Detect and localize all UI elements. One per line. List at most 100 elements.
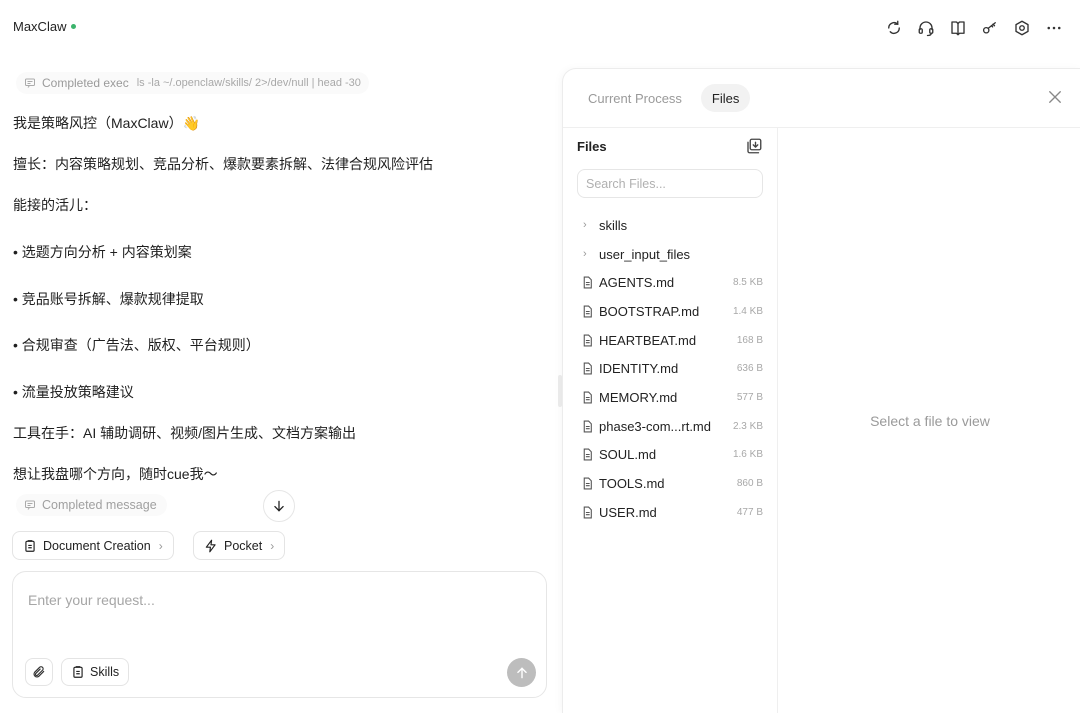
top-toolbar	[882, 16, 1066, 40]
message-line: 擅长：内容策略规划、竞品分析、爆款要素拆解、法律合规风险评估	[13, 156, 433, 172]
chevron-right-icon: ›	[270, 538, 275, 553]
request-input[interactable]	[28, 592, 518, 608]
file-item[interactable]: phase3-com...rt.md 2.3 KB	[577, 412, 763, 441]
chevron-right-icon: ›	[583, 248, 587, 261]
file-icon	[577, 362, 599, 375]
file-icon	[577, 506, 599, 519]
item-name: phase3-com...rt.md	[599, 418, 711, 434]
file-icon	[577, 477, 599, 490]
app-title: MaxClaw	[13, 19, 77, 34]
message-icon	[25, 500, 35, 510]
file-item[interactable]: SOUL.md 1.6 KB	[577, 441, 763, 470]
clipboard-icon	[73, 666, 83, 678]
folder-item[interactable]: › user_input_files	[577, 240, 763, 269]
folder-item[interactable]: › skills	[577, 211, 763, 240]
item-name: SOUL.md	[599, 447, 657, 463]
item-name: skills	[599, 217, 628, 233]
file-item[interactable]: USER.md 477 B	[577, 498, 763, 527]
panel-tabs: Current Process Files	[577, 84, 751, 112]
viewer-empty-text: Select a file to view	[870, 413, 990, 429]
message-line: 工具在手：AI 辅助调研、视频/图片生成、文档方案输出	[13, 425, 357, 441]
item-name: BOOTSTRAP.md	[599, 303, 700, 319]
suggestion-pocket[interactable]: Pocket ›	[193, 531, 286, 560]
composer: Skills	[12, 571, 547, 698]
completed-exec-chip[interactable]: Completed exec ls -la ~/.openclaw/skills…	[16, 72, 369, 94]
chevron-right-icon: ›	[158, 538, 163, 553]
tab-current-process[interactable]: Current Process	[577, 84, 693, 112]
message-icon	[25, 78, 35, 88]
file-size: 860 B	[736, 478, 763, 490]
suggestion-document-creation[interactable]: Document Creation ›	[12, 531, 174, 560]
online-status-dot	[71, 24, 77, 29]
file-icon	[577, 276, 599, 289]
suggestion-label: Pocket	[224, 538, 263, 553]
file-icon	[577, 391, 599, 404]
document-icon	[25, 539, 35, 552]
message-line: 能接的活儿：	[13, 197, 97, 213]
item-name: HEARTBEAT.md	[599, 332, 697, 348]
message-line: • 竞品账号拆解、爆款规律提取	[13, 291, 204, 307]
chevron-right-icon: ›	[583, 219, 587, 232]
send-button[interactable]	[507, 658, 536, 687]
done-chip-label: Completed message	[42, 498, 157, 512]
refresh-icon[interactable]	[882, 16, 906, 40]
file-item[interactable]: BOOTSTRAP.md 1.4 KB	[577, 297, 763, 326]
headset-icon[interactable]	[914, 16, 938, 40]
suggestion-label: Document Creation	[43, 538, 151, 553]
file-size: 1.4 KB	[732, 305, 763, 317]
message-line: • 流量投放策略建议	[13, 384, 134, 400]
settings-icon[interactable]	[1010, 16, 1034, 40]
exec-chip-command: ls -la ~/.openclaw/skills/ 2>/dev/null |…	[136, 77, 361, 89]
file-item[interactable]: MEMORY.md 577 B	[577, 383, 763, 412]
attach-button[interactable]	[25, 658, 53, 686]
item-name: AGENTS.md	[599, 275, 675, 291]
search-files-input[interactable]	[577, 169, 763, 198]
file-list: › skills › user_input_files AGENTS.md 8.5 K…	[577, 211, 763, 527]
file-size: 1.6 KB	[732, 449, 763, 461]
skills-button[interactable]: Skills	[61, 658, 130, 686]
file-size: 477 B	[736, 506, 763, 518]
completed-message-chip[interactable]: Completed message	[16, 494, 167, 516]
file-tree-title: Files	[577, 139, 607, 154]
chat-panel: Completed exec ls -la ~/.openclaw/skills…	[0, 54, 560, 713]
item-name: IDENTITY.md	[599, 361, 679, 377]
file-item[interactable]: AGENTS.md 8.5 KB	[577, 268, 763, 297]
file-item[interactable]: TOOLS.md 860 B	[577, 469, 763, 498]
file-item[interactable]: IDENTITY.md 636 B	[577, 354, 763, 383]
file-item[interactable]: HEARTBEAT.md 168 B	[577, 326, 763, 355]
download-icon[interactable]	[745, 137, 763, 155]
item-name: MEMORY.md	[599, 389, 678, 405]
message-line: • 选题方向分析 + 内容策划案	[13, 244, 192, 260]
tab-files[interactable]: Files	[700, 84, 751, 112]
book-icon[interactable]	[946, 16, 970, 40]
item-name: user_input_files	[599, 246, 691, 262]
file-icon	[577, 305, 599, 318]
file-size: 2.3 KB	[732, 420, 763, 432]
file-icon	[577, 420, 599, 433]
bolt-icon	[205, 539, 216, 552]
file-size: 577 B	[736, 391, 763, 403]
skills-label: Skills	[90, 665, 120, 679]
message-line: 我是策略风控（MaxClaw）👋	[13, 115, 200, 131]
item-name: USER.md	[599, 504, 657, 520]
app-title-text: MaxClaw	[13, 19, 67, 34]
item-name: TOOLS.md	[599, 476, 665, 492]
arrow-up-icon	[516, 666, 527, 678]
file-size: 168 B	[736, 334, 763, 346]
file-icon	[577, 448, 599, 461]
top-bar: MaxClaw	[0, 0, 1080, 54]
scroll-to-bottom-button[interactable]	[263, 490, 295, 522]
arrow-down-icon	[274, 500, 284, 512]
paperclip-icon	[33, 666, 45, 678]
file-tree: Files › skills › user_input_files AGENTS.m…	[563, 128, 778, 713]
more-icon[interactable]	[1042, 16, 1066, 40]
file-icon	[577, 334, 599, 347]
side-panel: Current Process Files Files › skills › use…	[562, 68, 1080, 713]
message-line: • 合规审查（广告法、版权、平台规则）	[13, 337, 260, 353]
file-size: 636 B	[736, 363, 763, 375]
key-icon[interactable]	[978, 16, 1002, 40]
exec-chip-label: Completed exec	[42, 76, 129, 90]
message-line: 想让我盘哪个方向，随时cue我～	[13, 466, 218, 482]
file-viewer: Select a file to view	[779, 128, 1080, 713]
close-icon[interactable]	[1046, 88, 1064, 106]
